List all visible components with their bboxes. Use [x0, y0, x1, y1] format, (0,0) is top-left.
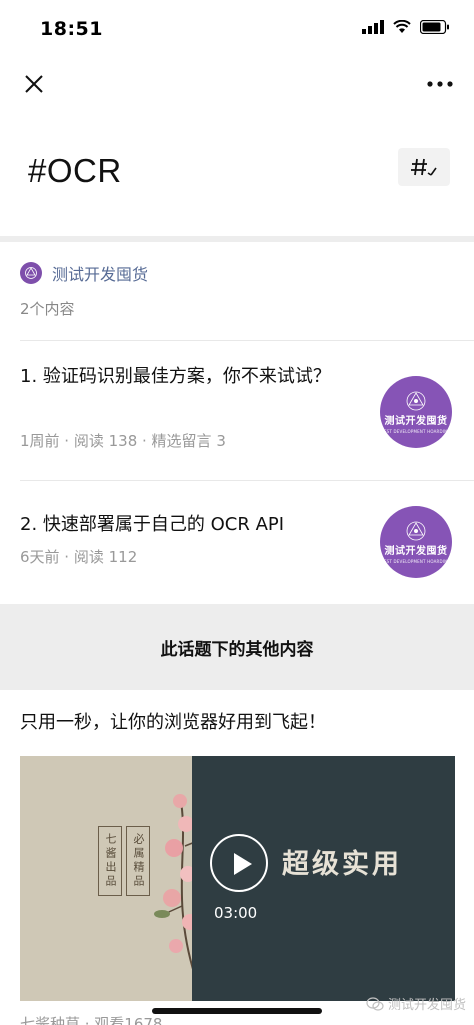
- post-title[interactable]: 只用一秒，让你的浏览器好用到飞起！: [20, 708, 326, 734]
- status-time: 18:51: [40, 18, 103, 40]
- nav-bar: [0, 60, 474, 108]
- battery-icon: [420, 20, 449, 34]
- close-icon: [25, 75, 43, 93]
- other-content-title: 此话题下的其他内容: [160, 639, 314, 660]
- account-logo-icon: [25, 267, 37, 279]
- article-title: 2. 快速部署属于自己的 OCR API: [20, 514, 285, 535]
- account-logo-icon: [406, 391, 426, 411]
- video-box-label-2: 必属精品: [126, 826, 150, 896]
- article-thumbnail: 测试开发囤货 TEST DEVELOPMENT HOARDING: [380, 376, 452, 448]
- video-box-label-1: 七酱出品: [98, 826, 122, 896]
- article-meta: 6天前 · 阅读 112: [20, 548, 138, 566]
- article-thumbnail: 测试开发囤货 TEST DEVELOPMENT HOARDING: [380, 506, 452, 578]
- thumbnail-label: 测试开发囤货: [384, 546, 448, 557]
- more-button[interactable]: [426, 72, 454, 96]
- hashtag-edit-icon: [411, 158, 437, 176]
- article-meta: 1周前 · 阅读 138 · 精选留言 3: [20, 432, 226, 450]
- hashtag-edit-button[interactable]: [398, 148, 450, 186]
- thumbnail-label: 测试开发囤货: [384, 416, 448, 427]
- signal-icon: [362, 20, 384, 34]
- hashtag-title: #OCR: [28, 152, 122, 189]
- article-item-2[interactable]: 2. 快速部署属于自己的 OCR API 6天前 · 阅读 112 测试开发囤货…: [0, 480, 474, 604]
- video-duration: 03:00: [214, 904, 258, 922]
- wifi-icon: [393, 20, 411, 33]
- home-indicator[interactable]: [152, 1008, 322, 1014]
- status-bar: 18:51: [0, 0, 474, 60]
- content-count: 2个内容: [20, 300, 75, 318]
- topic-header: #OCR: [0, 108, 474, 236]
- video-overlay-text: 超级实用: [282, 849, 402, 880]
- play-icon[interactable]: [210, 834, 268, 892]
- account-avatar: [20, 262, 42, 284]
- section-divider: [0, 236, 474, 242]
- other-content-header: 此话题下的其他内容: [0, 604, 474, 690]
- watermark: 测试开发囤货: [366, 994, 466, 1013]
- account-name: 测试开发囤货: [52, 265, 149, 284]
- thumbnail-sublabel: TEST DEVELOPMENT HOARDING: [381, 559, 451, 564]
- article-item-1[interactable]: 1. 验证码识别最佳方案，你不来试试？ 1周前 · 阅读 138 · 精选留言 …: [0, 340, 474, 480]
- account-logo-icon: [406, 521, 426, 541]
- status-icons: [362, 20, 450, 34]
- video-card[interactable]: 七酱出品 必属精品 超级实用 03:00: [20, 756, 455, 1001]
- account-row[interactable]: 测试开发囤货: [20, 258, 148, 288]
- more-icon: [427, 81, 453, 87]
- wechat-icon: [366, 996, 384, 1011]
- post-meta: 七酱种草 · 观看1678: [20, 1015, 163, 1025]
- video-left-panel: 七酱出品 必属精品: [20, 756, 216, 1001]
- thumbnail-sublabel: TEST DEVELOPMENT HOARDING: [381, 429, 451, 434]
- close-button[interactable]: [20, 70, 48, 98]
- watermark-text: 测试开发囤货: [388, 998, 467, 1013]
- article-title: 1. 验证码识别最佳方案，你不来试试？: [20, 366, 331, 387]
